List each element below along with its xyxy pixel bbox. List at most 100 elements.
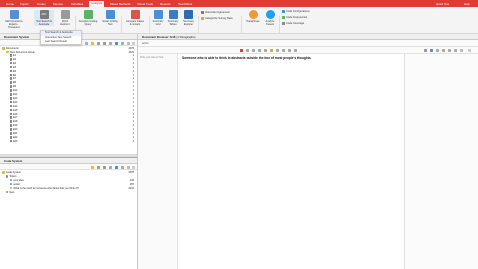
expand-icon[interactable] (127, 165, 130, 169)
close-icon[interactable] (132, 165, 135, 169)
code-item[interactable]: What is the word for someone who thinks … (10, 187, 79, 190)
document-item[interactable]: E20 (10, 128, 17, 131)
search-icon[interactable] (436, 48, 439, 52)
document-item[interactable]: E21 (10, 132, 17, 135)
code-item[interactable]: Topics (6, 175, 16, 178)
highlight-icon[interactable] (240, 48, 243, 52)
paraphrase-button[interactable]: Paraphrase (244, 10, 262, 23)
code-frequencies-button[interactable]: Code Frequencies (282, 16, 307, 19)
document-item[interactable]: E4 (10, 66, 16, 69)
document-item[interactable]: E15 (10, 109, 17, 112)
document-item[interactable]: E5 (10, 70, 16, 73)
gear-icon[interactable] (448, 48, 451, 52)
filter-icon[interactable] (109, 41, 112, 45)
link-icon[interactable] (294, 48, 297, 52)
categorize-survey-button[interactable]: Categorize Survey Data (201, 17, 233, 20)
close-icon[interactable] (468, 48, 471, 52)
document-item[interactable]: E6 (10, 74, 16, 77)
search-term[interactable]: action (142, 42, 149, 45)
activate-icon[interactable] (97, 41, 100, 45)
gear-icon[interactable] (121, 165, 124, 169)
document-browser-side-column (404, 54, 478, 269)
tab-variables[interactable]: Variables (71, 2, 83, 6)
export-icon[interactable] (454, 48, 457, 52)
underline-icon[interactable] (258, 48, 261, 52)
tab-reports[interactable]: Reports (160, 2, 171, 6)
document-item[interactable]: E8 (10, 81, 16, 84)
smart-coding-tool-button[interactable]: Smart Coding Tool (100, 10, 120, 26)
tab-visual-tools[interactable]: Visual Tools (137, 2, 153, 6)
tab-mixed-methods[interactable]: Mixed Methods (110, 2, 130, 6)
folder-icon[interactable] (91, 41, 94, 45)
expand-icon[interactable] (127, 41, 130, 45)
info-icon[interactable] (115, 165, 118, 169)
tab-memos[interactable]: Memos (53, 2, 63, 6)
activate-icon[interactable] (97, 165, 100, 169)
document-item[interactable]: E3 (10, 62, 16, 65)
menu-item-last-search-result[interactable]: Last Search Result (41, 40, 81, 45)
code-item[interactable]: action (10, 183, 20, 186)
document-item[interactable]: E16 (10, 113, 17, 116)
summary-explorer-button[interactable]: Summary Explorer (181, 10, 196, 26)
bold-icon[interactable] (246, 48, 249, 52)
complex-coding-query-button[interactable]: Complex Coding Query (77, 10, 99, 26)
analyze-tweets-button[interactable]: Analyze Tweets (263, 10, 277, 26)
summary-tables-button[interactable]: Summary Tables (166, 10, 180, 26)
intercoder-agreement-button[interactable]: Intercoder Agreement (201, 11, 230, 14)
document-item[interactable]: E12 (10, 97, 17, 100)
search-icon[interactable] (103, 41, 106, 45)
zoom-icon[interactable] (442, 48, 445, 52)
code-item[interactable]: Sets (6, 191, 14, 194)
document-item[interactable]: E22 (10, 136, 17, 139)
new-document-icon[interactable] (85, 41, 88, 45)
new-code-icon[interactable] (91, 165, 94, 169)
code-coverage-button[interactable]: Code Coverage (282, 22, 304, 25)
document-item-count: 1 (132, 93, 134, 96)
tab-home[interactable]: Home (6, 2, 14, 6)
color-icon[interactable] (270, 48, 273, 52)
tab-codes[interactable]: Codes (37, 2, 46, 6)
tab-import[interactable]: Import (20, 2, 29, 6)
summary-grid-button[interactable]: Summary Grid (151, 10, 165, 26)
document-item[interactable]: E11 (10, 93, 17, 96)
document-item[interactable]: E19 (10, 124, 17, 127)
document-item[interactable]: E14 (10, 105, 17, 108)
document-item[interactable]: E9 (10, 85, 16, 88)
search-icon[interactable] (103, 165, 106, 169)
indent-icon[interactable] (288, 48, 291, 52)
list-icon[interactable] (282, 48, 285, 52)
document-item[interactable]: E18 (10, 120, 17, 123)
document-item[interactable]: E17 (10, 116, 17, 119)
text-search-autocode-button[interactable]: ABC Text Search & Autocode (34, 10, 54, 26)
edit-icon[interactable] (430, 48, 433, 52)
document-item-count: 1 (132, 61, 134, 65)
document-item[interactable]: E7 (10, 77, 16, 80)
filter-icon[interactable] (109, 165, 112, 169)
gear-icon[interactable] (121, 41, 124, 45)
document-item[interactable]: E10 (10, 89, 17, 92)
quick-tips-link[interactable]: Quick Tips (436, 2, 449, 6)
align-icon[interactable] (276, 48, 279, 52)
tab-teamwork[interactable]: TeamWork (178, 2, 192, 6)
word-explorer-button[interactable]: Word Explorer (57, 10, 73, 26)
document-item[interactable]: E23 (10, 140, 17, 143)
close-icon[interactable] (132, 41, 135, 45)
code-configurations-button[interactable]: Code Configurations (282, 10, 310, 13)
code-item[interactable]: your idea (10, 179, 24, 182)
code-frequencies-icon (282, 16, 285, 19)
document-icon (10, 104, 12, 108)
compare-cases-button[interactable]: Compare Cases & Groups (123, 10, 147, 26)
italic-icon[interactable] (252, 48, 255, 52)
document-browser-search-bar: action (138, 40, 478, 47)
help-link[interactable]: Help (464, 2, 470, 6)
document-item[interactable]: E13 (10, 101, 17, 104)
max-questions-button[interactable]: MAX Questions Experts · Thesaurus (3, 10, 25, 29)
print-icon[interactable] (424, 48, 427, 52)
document-paragraph-text[interactable]: Someone who is able to think in abstract… (182, 56, 312, 60)
expand-icon[interactable] (460, 48, 463, 52)
code-system-root[interactable]: Code System (2, 171, 21, 174)
document-item[interactable]: E2 (10, 58, 16, 61)
strike-icon[interactable] (264, 48, 267, 52)
document-item[interactable]: E1 (10, 54, 16, 57)
info-icon[interactable] (115, 41, 118, 45)
